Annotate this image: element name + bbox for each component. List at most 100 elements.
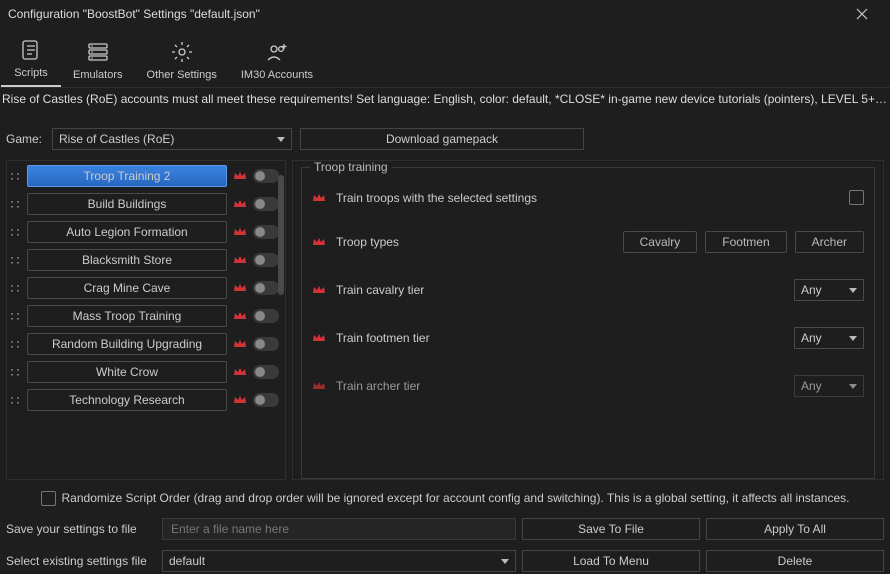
crown-icon [233,169,247,183]
script-button[interactable]: Build Buildings [27,193,227,215]
drag-handle[interactable]: ···· [11,284,21,292]
tab-scripts-label: Scripts [14,67,48,79]
crown-icon [233,225,247,239]
archer-tier-select[interactable]: Any [794,375,864,397]
download-gamepack-button[interactable]: Download gamepack [300,128,584,150]
crown-icon [233,281,247,295]
script-label: Mass Troop Training [73,309,182,323]
drag-handle[interactable]: ···· [11,396,21,404]
archer-tier-value: Any [801,379,822,393]
script-toggle[interactable] [253,365,279,379]
footmen-tier-select[interactable]: Any [794,327,864,349]
script-list: ····Troop Training 2····Build Buildings·… [11,165,279,475]
script-button[interactable]: Random Building Upgrading [27,333,227,355]
footmen-tier-row: Train footmen tier Any [312,327,864,349]
save-to-file-button[interactable]: Save To File [522,518,700,540]
window-title: Configuration "BoostBot" Settings "defau… [8,7,842,21]
crown-icon [312,283,326,297]
crown-icon [233,253,247,267]
script-label: Auto Legion Formation [66,225,187,239]
drag-handle[interactable]: ···· [11,172,21,180]
troop-types-row: Troop types Cavalry Footmen Archer [312,231,864,253]
script-button[interactable]: Crag Mine Cave [27,277,227,299]
script-toggle[interactable] [253,393,279,407]
cavalry-tier-label: Train cavalry tier [336,283,784,297]
randomize-row: Randomize Script Order (drag and drop or… [6,488,884,508]
scrollbar-thumb[interactable] [278,175,284,295]
drag-handle[interactable]: ···· [11,368,21,376]
script-row: ···· Random Building Upgrading [11,333,279,355]
chevron-down-icon [849,384,857,389]
tab-scripts[interactable]: Scripts [1,33,61,87]
archer-tier-row: Train archer tier Any [312,375,864,397]
randomize-checkbox[interactable] [41,491,56,506]
servers-icon [85,39,111,65]
archer-tier-label: Train archer tier [336,379,784,393]
gear-icon [169,39,195,65]
troop-type-archer[interactable]: Archer [795,231,864,253]
chevron-down-icon [849,336,857,341]
body: Game: Rise of Castles (RoE) Download gam… [0,110,890,574]
game-select[interactable]: Rise of Castles (RoE) [52,128,292,150]
apply-to-all-button[interactable]: Apply To All [706,518,884,540]
train-with-settings-row: Train troops with the selected settings [312,190,864,205]
tab-emulators[interactable]: Emulators [61,35,135,87]
script-button[interactable]: Troop Training 2 [27,165,227,187]
cavalry-tier-select[interactable]: Any [794,279,864,301]
drag-handle[interactable]: ···· [11,312,21,320]
script-toggle[interactable] [253,253,279,267]
crown-icon [233,393,247,407]
drag-handle[interactable]: ···· [11,340,21,348]
script-button[interactable]: Technology Research [27,389,227,411]
load-to-menu-button[interactable]: Load To Menu [522,550,700,572]
script-row: ···· Build Buildings [11,193,279,215]
detail-inner: Train troops with the selected settings … [312,190,864,478]
script-toggle[interactable] [253,169,279,183]
script-button[interactable]: Auto Legion Formation [27,221,227,243]
script-toggle[interactable] [253,337,279,351]
script-button[interactable]: Mass Troop Training [27,305,227,327]
drag-handle[interactable]: ···· [11,228,21,236]
crown-icon [312,331,326,345]
script-scrollbar[interactable] [278,165,284,475]
tab-im30-accounts[interactable]: IM30 Accounts [229,35,325,87]
train-with-settings-checkbox[interactable] [849,190,864,205]
load-to-menu-label: Load To Menu [573,554,649,568]
script-row: ···· Auto Legion Formation [11,221,279,243]
script-button[interactable]: Blacksmith Store [27,249,227,271]
troop-type-footmen[interactable]: Footmen [705,231,786,253]
script-toggle[interactable] [253,309,279,323]
drag-handle[interactable]: ···· [11,256,21,264]
chevron-down-icon [501,559,509,564]
settings-file-select[interactable]: default [162,550,516,572]
script-button[interactable]: White Crow [27,361,227,383]
filename-input[interactable] [162,518,516,540]
select-row: Select existing settings file default Lo… [6,550,884,572]
script-row: ···· Technology Research [11,389,279,411]
titlebar: Configuration "BoostBot" Settings "defau… [0,0,890,28]
drag-handle[interactable]: ···· [11,200,21,208]
crown-icon [312,379,326,393]
troop-type-cavalry[interactable]: Cavalry [623,231,698,253]
crown-icon [312,191,326,205]
script-label: Technology Research [69,393,184,407]
script-toggle[interactable] [253,197,279,211]
people-plus-icon [264,39,290,65]
train-with-settings-label: Train troops with the selected settings [336,191,839,205]
cavalry-tier-value: Any [801,283,822,297]
requirements-text: Rise of Castles (RoE) accounts must all … [0,88,890,110]
save-settings-label: Save your settings to file [6,522,156,536]
script-label: Build Buildings [88,197,167,211]
cavalry-tier-row: Train cavalry tier Any [312,279,864,301]
tab-other-settings[interactable]: Other Settings [135,35,229,87]
delete-label: Delete [778,554,813,568]
script-row: ···· Crag Mine Cave [11,277,279,299]
tab-emulators-label: Emulators [73,69,123,81]
close-button[interactable] [842,0,882,28]
game-row: Game: Rise of Castles (RoE) Download gam… [6,128,884,150]
delete-button[interactable]: Delete [706,550,884,572]
script-row: ···· White Crow [11,361,279,383]
script-list-panel: ····Troop Training 2····Build Buildings·… [6,160,286,480]
script-toggle[interactable] [253,225,279,239]
script-toggle[interactable] [253,281,279,295]
